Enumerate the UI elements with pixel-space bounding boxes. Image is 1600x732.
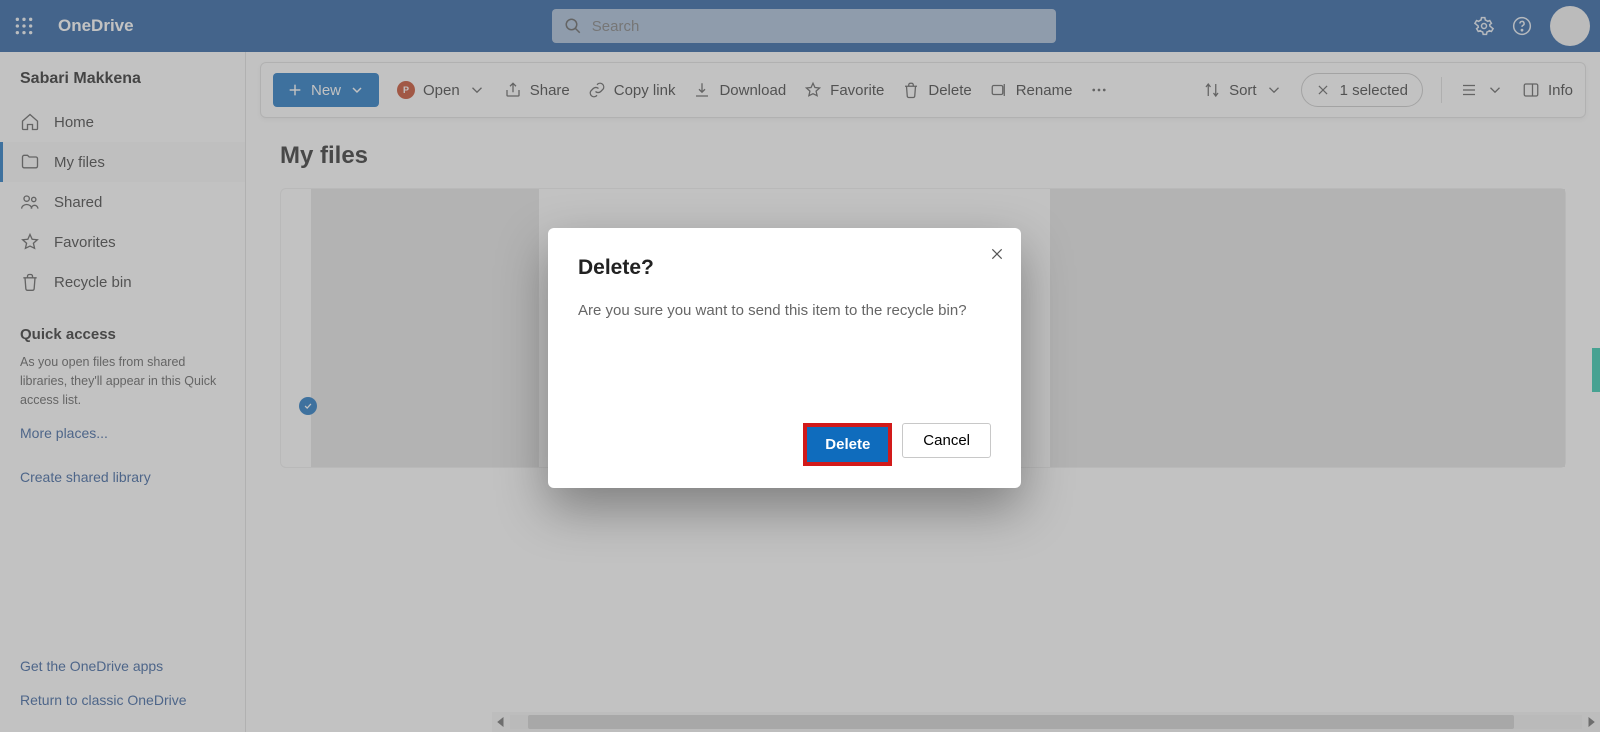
delete-button-highlight: Delete bbox=[803, 423, 892, 466]
cancel-button[interactable]: Cancel bbox=[902, 423, 991, 458]
dialog-title: Delete? bbox=[578, 256, 991, 280]
confirm-delete-button[interactable]: Delete bbox=[807, 427, 888, 462]
dialog-body: Are you sure you want to send this item … bbox=[578, 302, 991, 423]
close-icon bbox=[989, 246, 1005, 262]
dialog-close-button[interactable] bbox=[989, 246, 1005, 267]
delete-dialog: Delete? Are you sure you want to send th… bbox=[548, 228, 1021, 488]
